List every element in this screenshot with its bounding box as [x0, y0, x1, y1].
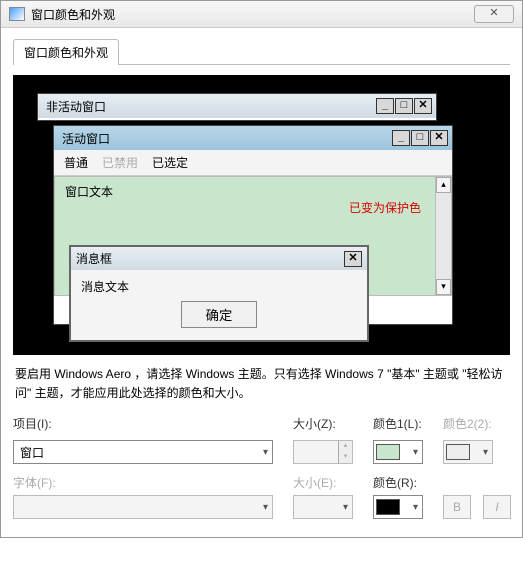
- close-icon[interactable]: ✕: [344, 251, 362, 267]
- active-title-text: 活动窗口: [58, 130, 391, 147]
- preview-pane: 非活动窗口 _ □ ✕ 活动窗口 _ □ ✕ 普通 已禁用 已选定: [13, 75, 510, 355]
- scroll-up-icon[interactable]: ▴: [436, 177, 451, 193]
- color2-swatch: [446, 444, 470, 460]
- body-text: 窗口文本: [65, 185, 113, 199]
- inactive-titlebar: 非活动窗口 _ □ ✕: [38, 94, 436, 118]
- size-e-label: 大小(E):: [293, 474, 363, 491]
- item-label: 项目(I):: [13, 415, 283, 432]
- color-r-label: 颜色(R):: [373, 474, 433, 491]
- spin-down-icon[interactable]: ▾: [339, 452, 352, 463]
- menu-selected[interactable]: 已选定: [152, 154, 188, 171]
- scrollbar[interactable]: ▴ ▾: [435, 177, 451, 295]
- minimize-icon[interactable]: _: [392, 130, 410, 146]
- minimize-icon[interactable]: _: [376, 98, 394, 114]
- color1-button[interactable]: [373, 440, 423, 464]
- font-label: 字体(F):: [13, 474, 283, 491]
- size-z-input[interactable]: ▴▾: [293, 440, 353, 464]
- maximize-icon[interactable]: □: [395, 98, 413, 114]
- scroll-down-icon[interactable]: ▾: [436, 279, 451, 295]
- msgbox-titlebar: 消息框 ✕: [71, 247, 367, 270]
- msgbox-text: 消息文本: [81, 278, 357, 295]
- color1-label: 颜色1(L):: [373, 415, 433, 432]
- titlebar: 窗口颜色和外观 ✕: [1, 1, 522, 28]
- close-icon[interactable]: ✕: [430, 130, 448, 146]
- description-text: 要启用 Windows Aero ，请选择 Windows 主题。只有选择 Wi…: [15, 365, 508, 403]
- msgbox-body: 消息文本 确定: [71, 270, 367, 340]
- color2-button: [443, 440, 493, 464]
- dialog-window: 窗口颜色和外观 ✕ 窗口颜色和外观 非活动窗口 _ □ ✕ 活动窗口 _ □: [0, 0, 523, 538]
- content-area: 窗口颜色和外观 非活动窗口 _ □ ✕ 活动窗口 _ □ ✕ 普: [1, 28, 522, 537]
- item-value: 窗口: [20, 444, 44, 461]
- app-icon: [9, 7, 25, 21]
- window-title: 窗口颜色和外观: [31, 6, 474, 23]
- menu-normal[interactable]: 普通: [64, 154, 88, 171]
- ok-button[interactable]: 确定: [181, 301, 258, 328]
- message-box: 消息框 ✕ 消息文本 确定: [69, 245, 369, 342]
- protect-text: 已变为保护色: [349, 199, 421, 216]
- font-combo: [13, 495, 273, 519]
- italic-button: I: [483, 495, 511, 519]
- spin-up-icon[interactable]: ▴: [339, 441, 352, 452]
- color1-swatch: [376, 444, 400, 460]
- size-z-label: 大小(Z):: [293, 415, 363, 432]
- inactive-title-text: 非活动窗口: [42, 98, 375, 115]
- color-r-button[interactable]: [373, 495, 423, 519]
- active-titlebar: 活动窗口 _ □ ✕: [54, 126, 452, 150]
- inactive-window: 非活动窗口 _ □ ✕: [37, 93, 437, 121]
- color2-label: 颜色2(2):: [443, 415, 503, 432]
- bold-button: B: [443, 495, 471, 519]
- maximize-icon[interactable]: □: [411, 130, 429, 146]
- menu-disabled: 已禁用: [102, 154, 138, 171]
- size-e-combo: [293, 495, 353, 519]
- color-r-swatch: [376, 499, 400, 515]
- item-combo[interactable]: 窗口: [13, 440, 273, 464]
- close-icon[interactable]: ✕: [474, 5, 514, 23]
- msgbox-title-text: 消息框: [76, 250, 343, 267]
- close-icon[interactable]: ✕: [414, 98, 432, 114]
- tab-appearance[interactable]: 窗口颜色和外观: [13, 39, 119, 65]
- menubar: 普通 已禁用 已选定: [54, 150, 452, 176]
- tab-strip: 窗口颜色和外观: [13, 38, 510, 65]
